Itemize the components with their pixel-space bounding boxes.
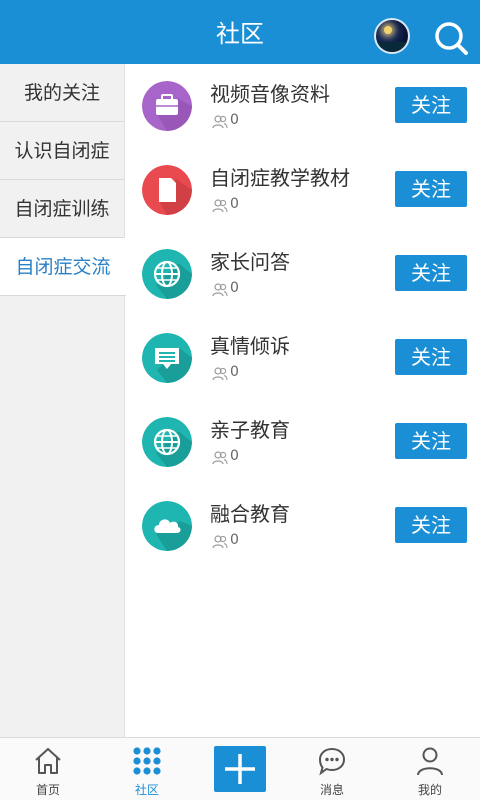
nav-home[interactable]: 首页 [0, 738, 96, 800]
item-title: 自闭症教学教材 [210, 166, 350, 190]
nav-profile[interactable]: 我的 [382, 738, 478, 800]
document-icon [142, 165, 192, 215]
briefcase-icon [142, 81, 192, 131]
item-title: 真情倾诉 [210, 334, 290, 358]
search-icon[interactable] [433, 20, 469, 56]
follower-count: 0 [230, 364, 239, 380]
people-icon [212, 451, 228, 465]
avatar-star [384, 26, 392, 34]
follower-count: 0 [230, 448, 239, 464]
list-item[interactable]: 融合教育 0 关注 [126, 484, 480, 568]
add-post-button[interactable] [214, 746, 266, 792]
follow-button[interactable]: 关注 [395, 171, 467, 207]
list-item[interactable]: 真情倾诉 0 关注 [126, 316, 480, 400]
nav-label: 首页 [35, 783, 60, 797]
category-sidebar: 我的关注 认识自闭症 自闭症训练 自闭症交流 [0, 64, 126, 737]
top-bar: 社区 [0, 0, 480, 64]
nav-messages[interactable]: 消息 [284, 738, 380, 800]
item-title: 视频音像资料 [210, 82, 330, 106]
cloud-icon [142, 501, 192, 551]
follow-button[interactable]: 关注 [395, 255, 467, 291]
people-icon [212, 367, 228, 381]
message-icon [318, 747, 346, 776]
sidebar-item-autism-exchange[interactable]: 自闭症交流 [0, 238, 126, 296]
follower-count: 0 [230, 196, 239, 212]
list-item[interactable]: 自闭症教学教材 0 关注 [126, 148, 480, 232]
nav-community[interactable]: 社区 [99, 738, 195, 800]
people-icon [212, 115, 228, 129]
globe-icon [142, 249, 192, 299]
list-item[interactable]: 家长问答 0 关注 [126, 232, 480, 316]
follow-button[interactable]: 关注 [395, 87, 467, 123]
sidebar-item-my-follows[interactable]: 我的关注 [0, 64, 124, 122]
sidebar-item-know-autism[interactable]: 认识自闭症 [0, 122, 124, 180]
user-icon [417, 747, 443, 776]
follower-count: 0 [230, 280, 239, 296]
home-icon [35, 748, 61, 774]
item-title: 家长问答 [210, 250, 290, 274]
follower-count: 0 [230, 112, 239, 128]
list-item[interactable]: 视频音像资料 0 关注 [126, 64, 480, 148]
list-item[interactable]: 亲子教育 0 关注 [126, 400, 480, 484]
user-avatar[interactable] [374, 18, 410, 54]
grid-icon [133, 747, 161, 775]
nav-label: 社区 [134, 783, 159, 797]
bottom-nav: 首页 社区 消息 我的 [0, 737, 480, 800]
follow-button[interactable]: 关注 [395, 339, 467, 375]
people-icon [212, 199, 228, 213]
avatar-landscape [376, 42, 408, 52]
nav-label: 我的 [417, 783, 442, 797]
people-icon [212, 283, 228, 297]
chat-icon [142, 333, 192, 383]
plus-icon [225, 754, 255, 784]
globe-icon [142, 417, 192, 467]
follow-button[interactable]: 关注 [395, 423, 467, 459]
forum-list: 视频音像资料 0 关注 自闭症教学教材 0 关注 家长问答 0 关注 真情倾诉 … [126, 64, 480, 568]
item-title: 融合教育 [210, 502, 290, 526]
sidebar-item-autism-training[interactable]: 自闭症训练 [0, 180, 124, 238]
follow-button[interactable]: 关注 [395, 507, 467, 543]
follower-count: 0 [230, 532, 239, 548]
people-icon [212, 535, 228, 549]
item-title: 亲子教育 [210, 418, 290, 442]
nav-label: 消息 [319, 783, 344, 797]
